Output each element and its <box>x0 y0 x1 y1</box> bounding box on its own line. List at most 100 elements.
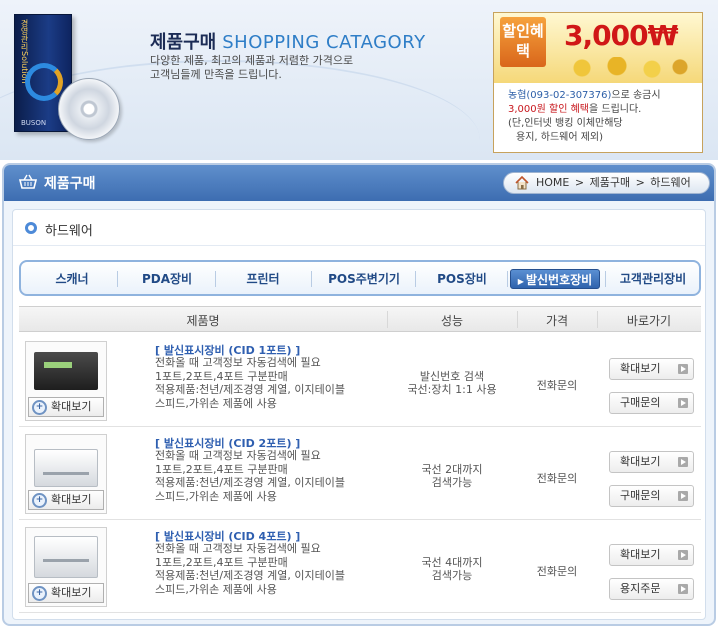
banner-title-en: SHOPPING CATAGORY <box>222 32 426 53</box>
product-image <box>34 352 98 390</box>
table-header: 제품명 성능 가격 바로가기 <box>19 306 701 332</box>
promo-badge: 할인혜택 <box>500 17 546 67</box>
promo-line1-rest: 으로 송금시 <box>611 90 661 101</box>
paper-order-button[interactable]: 용지주문 <box>609 578 694 600</box>
perf-line: 국선 2대까지 <box>421 463 483 476</box>
purchase-panel: 제품구매 HOME > 제품구매 > 하드웨어 하드웨어 스캐너 PDA장비 프… <box>2 163 716 626</box>
tab-divider <box>117 271 118 287</box>
desc-line: 스피드,가위손 제품에 사용 <box>155 489 277 503</box>
tab-scanner[interactable]: 스캐너 <box>29 269 115 289</box>
tab-divider <box>507 271 508 287</box>
enlarge-button[interactable]: 확대보기 <box>609 544 694 566</box>
table-row: + 확대보기 [ 발신표시장비 (CID 4포트) ] 전화올 때 고객정보 자동… <box>19 520 701 613</box>
tab-divider <box>605 271 606 287</box>
breadcrumb-separator: > <box>574 176 585 189</box>
tab-divider <box>215 271 216 287</box>
promo-header: 할인혜택 3,000₩ <box>494 13 702 83</box>
product-price: 전화문의 <box>536 379 578 392</box>
purchase-inquiry-button[interactable]: 구매문의 <box>609 485 694 507</box>
purchase-inquiry-button[interactable]: 구매문의 <box>609 392 694 414</box>
desc-line: 스피드,가위손 제품에 사용 <box>155 582 277 596</box>
product-thumbnail[interactable]: + 확대보기 <box>25 434 107 514</box>
promo-amount: 3,000₩ <box>564 19 678 52</box>
desc-line: 적용제품:천년/제조경영 계열, 이지테이블 <box>155 476 345 489</box>
product-description: 전화올 때 고객정보 자동검색에 필요 1포트,2포트,4포트 구분판매 적용제… <box>155 356 395 410</box>
banner-title: 제품구매 SHOPPING CATAGORY <box>150 28 426 54</box>
product-description: 전화올 때 고객정보 자동검색에 필요 1포트,2포트,4포트 구분판매 적용제… <box>155 542 395 596</box>
home-icon[interactable] <box>514 175 530 191</box>
discount-promo-box: 할인혜택 3,000₩ 농협(093-02-307376)으로 송금시 3,00… <box>493 12 703 153</box>
tab-caller-id[interactable]: ▶ 발신번호장비 <box>510 269 600 289</box>
inquiry-label: 구매문의 <box>620 489 661 502</box>
desc-line: 1포트,2포트,4포트 구분판매 <box>155 369 288 383</box>
perf-line: 발신번호 검색 <box>419 370 485 383</box>
breadcrumb-purchase[interactable]: 제품구매 <box>590 176 630 189</box>
zoom-button[interactable]: + 확대보기 <box>28 397 104 417</box>
category-tabs: 스캐너 PDA장비 프린터 POS주변기기 POS장비 ▶ 발신번호장비 고객관리… <box>19 260 701 296</box>
th-shortcut: 바로가기 <box>626 314 672 328</box>
tab-divider <box>311 271 312 287</box>
zoom-label: 확대보기 <box>51 586 92 599</box>
product-thumbnail[interactable]: + 확대보기 <box>25 527 107 607</box>
play-arrow-icon <box>678 584 688 594</box>
banner-title-kr: 제품구매 <box>150 32 217 53</box>
banner-desc-line: 다양한 제품, 최고의 제품과 저렴한 가격으로 <box>150 54 354 67</box>
tab-printer[interactable]: 프린터 <box>219 269 307 289</box>
zoom-button[interactable]: + 확대보기 <box>28 583 104 603</box>
play-arrow-icon <box>678 550 688 560</box>
product-thumbnail[interactable]: + 확대보기 <box>25 341 107 421</box>
product-performance: 발신번호 검색 국선:장치 1:1 사용 <box>387 370 517 396</box>
product-image <box>34 536 98 578</box>
cd-disc-image <box>58 78 120 140</box>
desc-line: 적용제품:천년/제조경영 계열, 이지테이블 <box>155 383 345 396</box>
enlarge-label: 확대보기 <box>620 455 661 468</box>
product-performance: 국선 2대까지 검색가능 <box>387 463 517 489</box>
product-image <box>34 449 98 487</box>
tab-customer-mgmt[interactable]: 고객관리장비 <box>609 269 697 289</box>
enlarge-label: 확대보기 <box>620 362 661 375</box>
tab-divider <box>415 271 416 287</box>
banner-description: 다양한 제품, 최고의 제품과 저렴한 가격으로 고객님들께 만족을 드립니다. <box>150 54 420 82</box>
basket-icon <box>18 173 38 191</box>
zoom-button[interactable]: + 확대보기 <box>28 490 104 510</box>
section-heading: 하드웨어 <box>13 210 705 246</box>
coins-image <box>554 57 694 79</box>
inquiry-label: 구매문의 <box>620 396 661 409</box>
tab-pda[interactable]: PDA장비 <box>121 269 213 289</box>
promo-text: 농협(093-02-307376)으로 송금시 3,000원 할인 혜택을 드립… <box>508 89 698 145</box>
promo-discount-amount: 3,000원 할인 혜택 <box>508 104 589 115</box>
desc-line: 전화올 때 고객정보 자동검색에 필요 <box>155 356 321 369</box>
breadcrumb-home[interactable]: HOME <box>536 176 569 189</box>
tab-arrow-icon: ▶ <box>517 277 524 286</box>
desc-line: 1포트,2포트,4포트 구분판매 <box>155 462 288 476</box>
desc-line: 1포트,2포트,4포트 구분판매 <box>155 555 288 569</box>
promo-line4: 용지, 하드웨어 제외) <box>516 132 604 143</box>
tab-pos-peripherals[interactable]: POS주변기기 <box>315 269 413 289</box>
content-area: 하드웨어 스캐너 PDA장비 프린터 POS주변기기 POS장비 ▶ 발신번호장비… <box>12 209 706 620</box>
enlarge-button[interactable]: 확대보기 <box>609 358 694 380</box>
breadcrumb: HOME > 제품구매 > 하드웨어 <box>503 172 710 194</box>
perf-line: 국선 4대까지 <box>421 556 483 569</box>
panel-title: 제품구매 <box>44 176 96 192</box>
promo-line2-rest: 을 드립니다. <box>589 104 642 115</box>
banner-desc-line: 고객님들께 만족을 드립니다. <box>150 68 282 81</box>
section-title: 하드웨어 <box>45 224 93 239</box>
panel-header: 제품구매 HOME > 제품구매 > 하드웨어 <box>4 165 714 201</box>
play-arrow-icon <box>678 457 688 467</box>
desc-line: 적용제품:천년/제조경영 계열, 이지테이블 <box>155 569 345 582</box>
breadcrumb-separator: > <box>635 176 645 189</box>
magnifier-icon: + <box>32 493 47 508</box>
perf-line: 검색가능 <box>431 476 473 489</box>
tab-caller-id-label: 발신번호장비 <box>525 273 593 287</box>
table-row: + 확대보기 [ 발신표시장비 (CID 2포트) ] 전화올 때 고객정보 자동… <box>19 427 701 520</box>
th-price: 가격 <box>545 314 569 328</box>
enlarge-button[interactable]: 확대보기 <box>609 451 694 473</box>
magnifier-icon: + <box>32 400 47 415</box>
tab-pos[interactable]: POS장비 <box>419 269 505 289</box>
desc-line: 전화올 때 고객정보 자동검색에 필요 <box>155 542 321 555</box>
zoom-label: 확대보기 <box>51 400 92 413</box>
bullet-circle-icon <box>25 222 37 234</box>
enlarge-label: 확대보기 <box>620 548 661 561</box>
shopping-banner: 경영관리Solution BUSON 제품구매 SHOPPING CATAGORY… <box>0 0 718 160</box>
breadcrumb-hardware[interactable]: 하드웨어 <box>650 176 690 189</box>
